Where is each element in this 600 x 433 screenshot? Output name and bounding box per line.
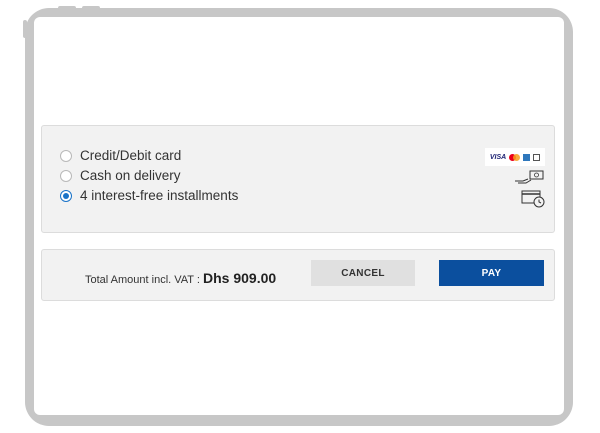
payment-method-panel: Credit/Debit card Cash on delivery 4 int…: [41, 125, 555, 233]
radio-credit-debit-card[interactable]: [60, 149, 72, 162]
option-credit-debit-card[interactable]: Credit/Debit card: [60, 148, 181, 163]
amex-icon: [523, 153, 531, 161]
device-screen: Credit/Debit card Cash on delivery 4 int…: [34, 17, 564, 415]
option-label: 4 interest-free installments: [80, 188, 239, 203]
radio-installments[interactable]: [60, 189, 72, 202]
diners-icon: [533, 153, 541, 161]
mastercard-icon: [509, 153, 521, 161]
device-button: [58, 6, 76, 10]
card-brands-icon: VISA: [485, 148, 545, 166]
option-label: Credit/Debit card: [80, 148, 182, 163]
pay-button[interactable]: PAY: [439, 260, 544, 286]
device-button: [82, 6, 100, 10]
card-clock-icon: [521, 190, 545, 208]
option-cash-on-delivery[interactable]: Cash on delivery: [60, 168, 181, 183]
cash-hand-icon: [515, 170, 544, 184]
radio-cash-on-delivery[interactable]: [60, 169, 72, 182]
option-label: Cash on delivery: [80, 168, 181, 183]
cancel-button[interactable]: CANCEL: [311, 260, 415, 286]
visa-logo: VISA: [489, 153, 507, 161]
device-side-button: [23, 20, 27, 38]
total-label: Total Amount incl. VAT :: [85, 274, 203, 286]
total-amount: Total Amount incl. VAT : Dhs 909.00: [85, 270, 276, 286]
order-summary-bar: Total Amount incl. VAT : Dhs 909.00 CANC…: [41, 249, 555, 301]
option-installments[interactable]: 4 interest-free installments: [60, 188, 238, 203]
total-value: Dhs 909.00: [203, 270, 277, 286]
